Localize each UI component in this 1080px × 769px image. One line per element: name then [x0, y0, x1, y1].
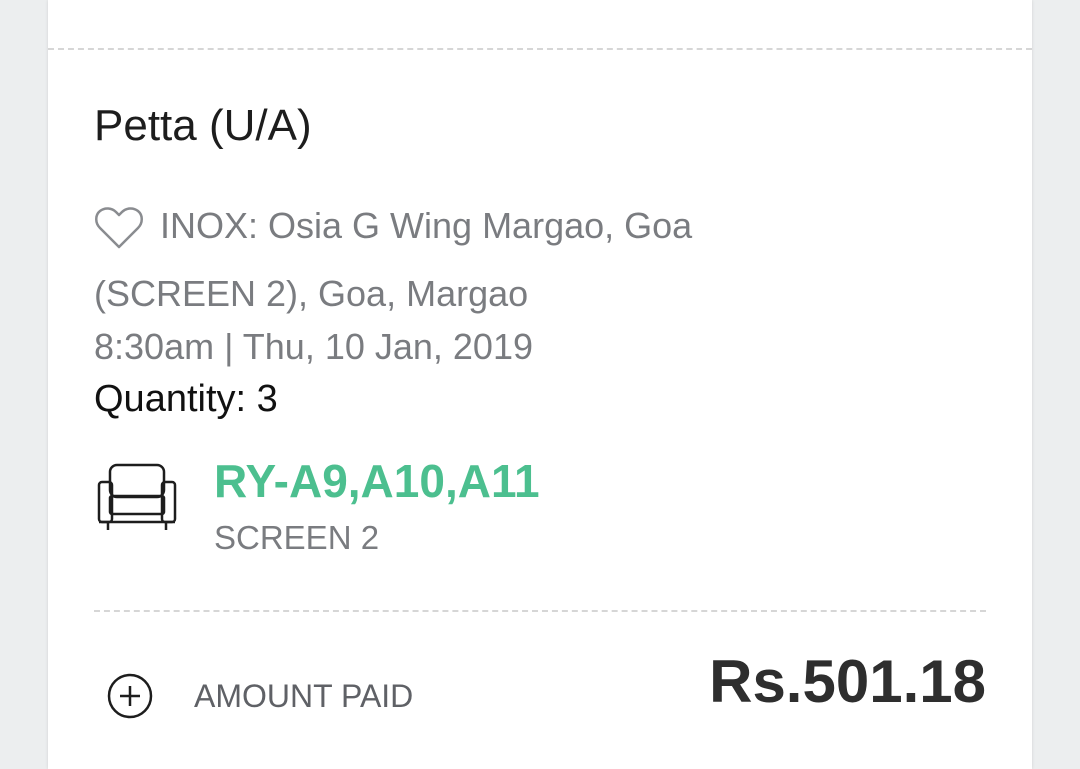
booking-card: Petta (U/A) INOX: Osia G Wing Margao, Go… [48, 0, 1032, 769]
showtime: 8:30am | Thu, 10 Jan, 2019 [94, 326, 533, 367]
heart-outline-icon[interactable] [94, 206, 144, 250]
top-divider [48, 48, 1032, 50]
venue-name: INOX: Osia G Wing Margao, Goa [160, 205, 693, 246]
amount-paid-value: Rs.501.18 [709, 648, 986, 715]
amount-divider [94, 610, 986, 612]
armchair-icon [97, 463, 177, 530]
screen-name: SCREEN 2 [214, 519, 380, 556]
ticket-quantity: Quantity: 3 [94, 378, 278, 420]
plus-circle-icon[interactable] [106, 672, 154, 720]
seat-numbers: RY-A9,A10,A11 [214, 455, 540, 507]
movie-title: Petta (U/A) [94, 101, 312, 150]
amount-paid-label: AMOUNT PAID [194, 678, 414, 714]
venue-location: (SCREEN 2), Goa, Margao [94, 273, 529, 314]
